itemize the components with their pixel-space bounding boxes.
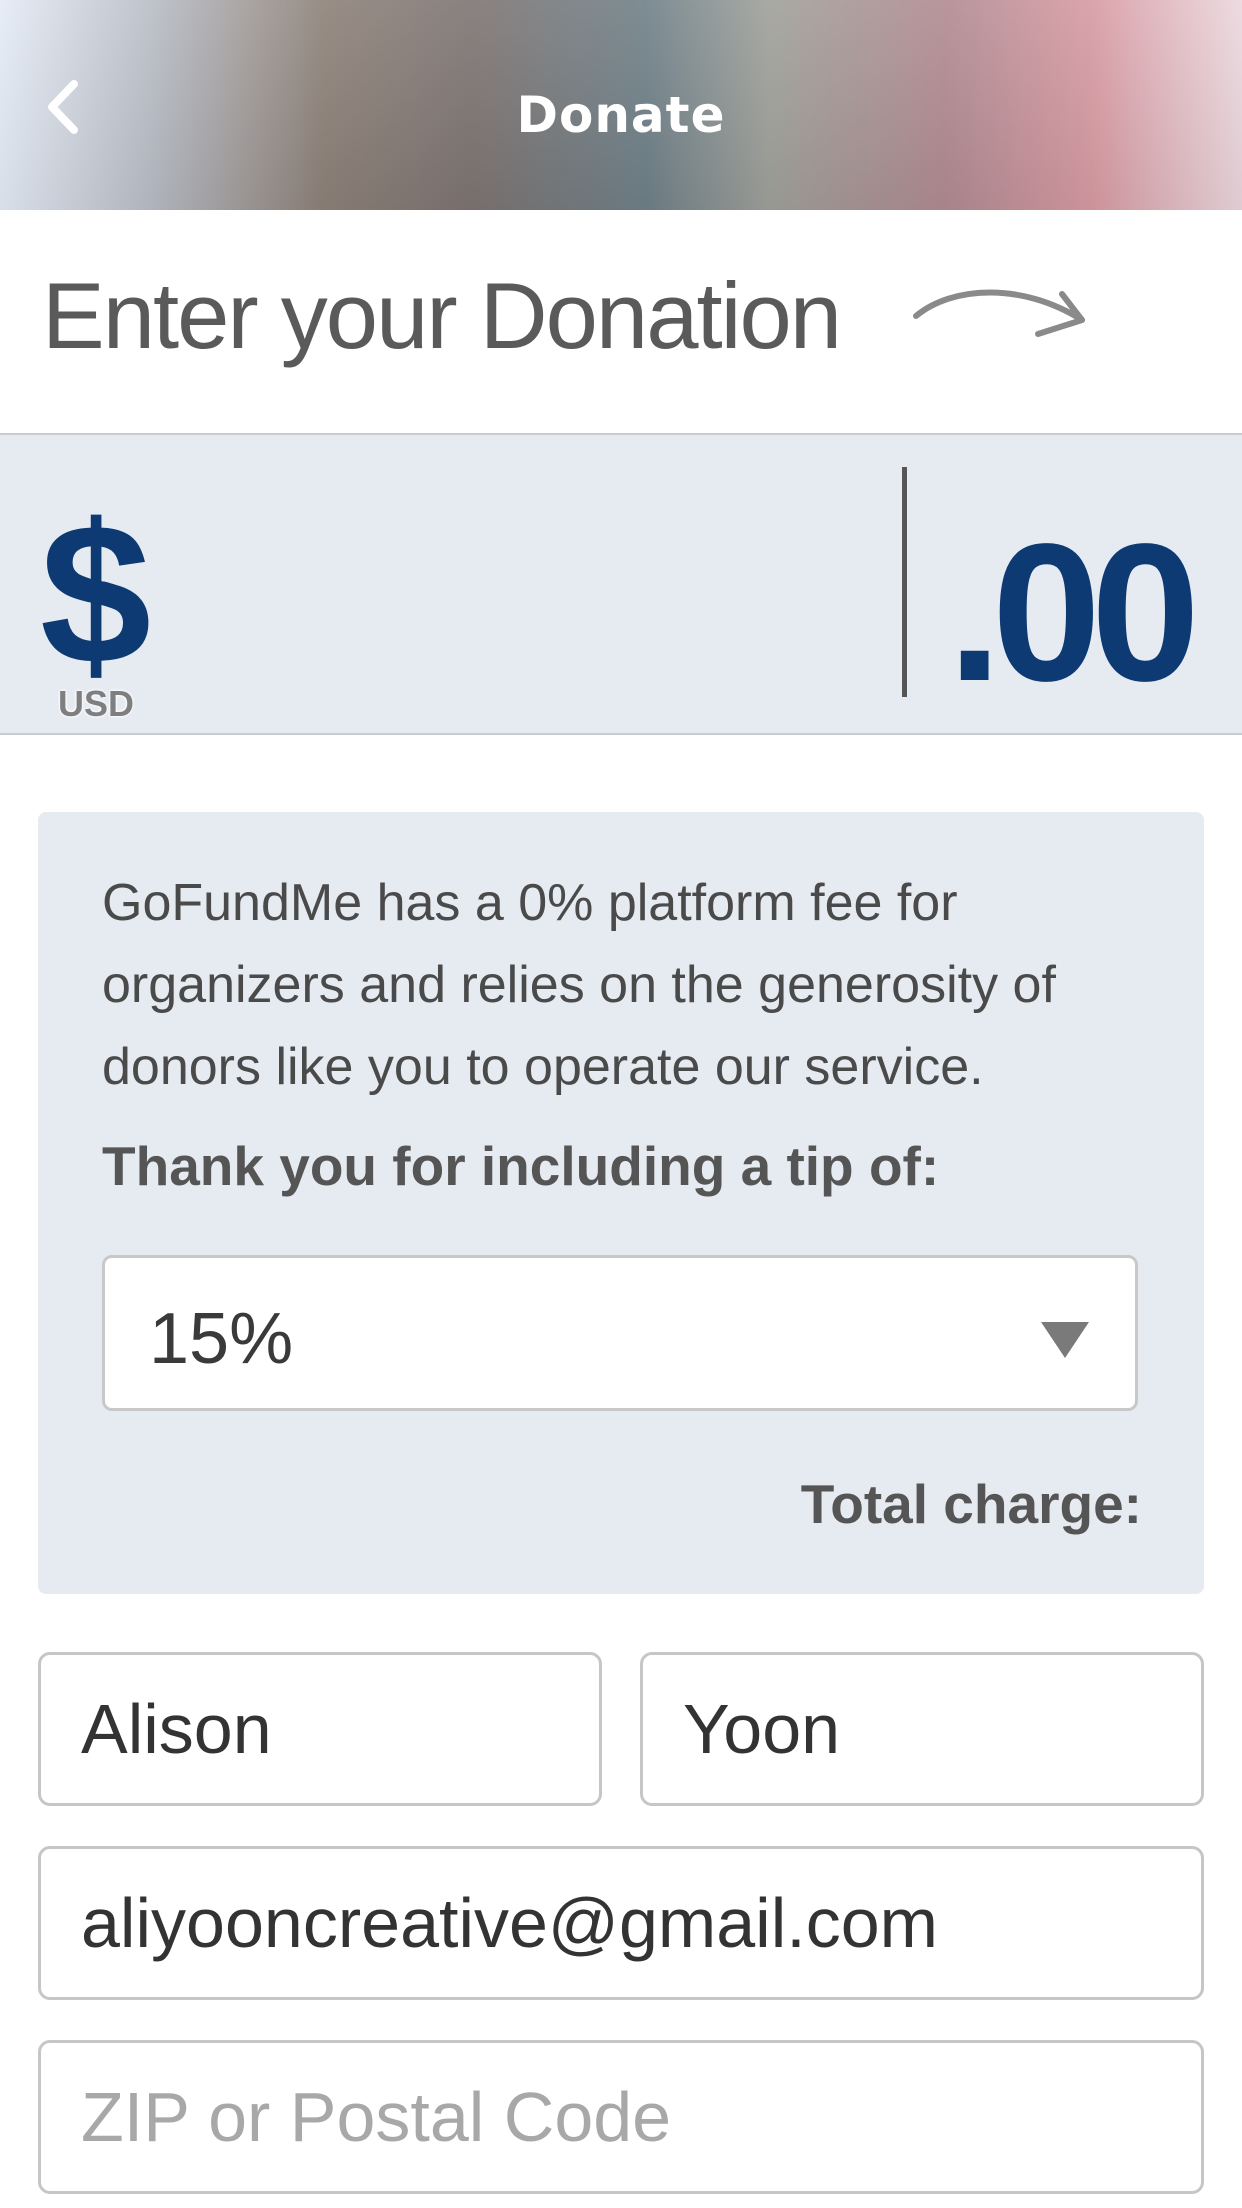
- amount-cents: .00: [947, 503, 1200, 722]
- tip-label: Thank you for including a tip of:: [102, 1135, 940, 1197]
- zip-field[interactable]: [38, 2040, 1204, 2194]
- tip-percentage-select[interactable]: 15%: [102, 1255, 1138, 1411]
- tip-selected-value: 15%: [149, 1299, 294, 1379]
- curved-arrow-icon: [913, 289, 1085, 337]
- email-input[interactable]: [41, 1849, 1201, 1997]
- first-name-input[interactable]: [41, 1655, 599, 1803]
- email-field[interactable]: [38, 1846, 1204, 2000]
- zip-input[interactable]: [41, 2043, 1201, 2191]
- tip-panel: GoFundMe has a 0% platform fee for organ…: [38, 812, 1204, 1594]
- page-heading: Enter your Donation: [42, 263, 842, 368]
- last-name-input[interactable]: [643, 1655, 1201, 1803]
- donation-amount-input[interactable]: $ USD .00: [0, 433, 1242, 735]
- text-cursor: [902, 467, 907, 697]
- currency-symbol: $: [40, 483, 152, 706]
- currency-code: USD: [58, 683, 135, 724]
- header-title: Donate: [516, 86, 726, 144]
- header-bar: Donate: [0, 0, 1242, 210]
- platform-fee-info: GoFundMe has a 0% platform fee for organ…: [102, 874, 1056, 1096]
- first-name-field[interactable]: [38, 1652, 602, 1806]
- total-charge-label: Total charge:: [800, 1473, 1142, 1535]
- last-name-field[interactable]: [640, 1652, 1204, 1806]
- chevron-down-icon: [1041, 1322, 1089, 1358]
